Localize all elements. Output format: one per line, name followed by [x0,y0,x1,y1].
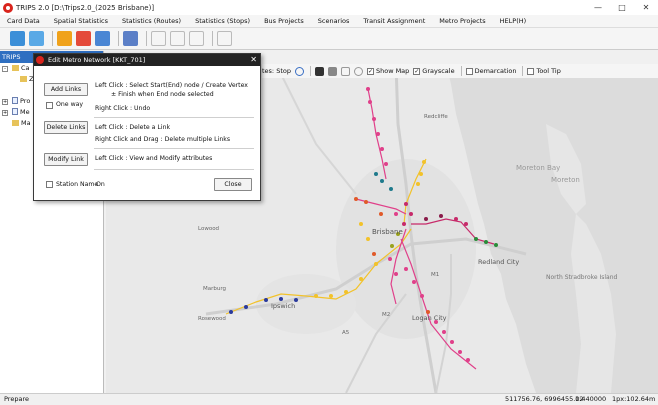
label-m1: M1 [431,272,439,278]
document-icon [12,97,18,104]
bus-icon[interactable] [123,31,138,46]
folder-icon[interactable] [95,31,110,46]
one-way-checkbox[interactable] [46,102,53,109]
menu-help[interactable]: HELP(H) [493,17,534,25]
pen-icon[interactable] [340,66,350,76]
label-logan-city: Logan City [412,314,447,322]
status-text: Prepare [4,395,29,403]
close-button[interactable]: Close [214,178,252,191]
add-links-button[interactable]: Add Links [44,83,88,96]
menu-scenarios[interactable]: Scenarios [311,17,357,25]
modify-link-button[interactable]: Modify Link [44,153,88,166]
stops-selector[interactable]: tes: Stop [262,67,291,75]
add-links-info-2: ± Finish when End node selected [111,91,214,98]
edit-metro-network-dialog: Edit Metro Network [KKT_701] ✕ Add Links… [33,53,261,201]
clear-icon[interactable] [353,66,363,76]
folder-icon [20,76,27,82]
coordinates-readout: 511756.76, 6996455.02 [505,395,584,403]
app-icon [36,56,44,64]
label-north-stradbroke: North Stradbroke Island [546,274,618,281]
menu-card-data[interactable]: Card Data [0,17,47,25]
grayscale-label: Grayscale [422,67,455,75]
tool-tip-label: Tool Tip [536,67,561,75]
label-brisbane: Brisbane [372,228,403,236]
demarcation-label: Demarcation [474,67,517,75]
close-icon[interactable]: ✕ [634,0,658,15]
pixel-readout: 1px:102.64m [612,395,656,403]
menu-bar: Card Data Spatial Statistics Statistics … [0,15,658,28]
grayscale-checkbox[interactable]: ✓ [413,67,421,75]
menu-statistics-routes[interactable]: Statistics (Routes) [115,17,188,25]
label-lowood: Lowood [198,226,219,232]
label-moreton: Moreton [551,176,580,184]
window-title: TRIPS 2.0 [D:\Trips2.0_(2025 Brisbane)] [16,3,155,12]
menu-statistics-stops[interactable]: Statistics (Stops) [188,17,257,25]
modify-link-info: Left Click : View and Modify attributes [95,155,213,162]
delete-links-info-2: Right Click and Drag : Delete multiple L… [95,136,231,143]
label-redcliffe: Redcliffe [424,114,448,120]
label-redland-city: Redland City [478,258,519,266]
main-toolbar [0,28,658,50]
open-project-icon[interactable] [10,31,25,46]
show-map-label: Show Map [375,67,410,75]
station-name-checkbox[interactable] [46,181,53,188]
station-name-label: Station Name [56,181,99,188]
layer-icon[interactable] [327,66,337,76]
delete-links-info-1: Left Click : Delete a Link [95,124,171,131]
demarcation-checkbox[interactable] [465,67,473,75]
delete-icon[interactable] [189,31,204,46]
label-rosewood: Rosewood [198,316,226,322]
dialog-title: Edit Metro Network [KKT_701] [48,56,146,64]
label-a5: A5 [342,330,350,336]
add-links-info-1: Left Click : Select Start(End) node / Cr… [95,82,248,89]
info-icon[interactable] [294,66,304,76]
label-m2: M2 [382,312,390,318]
menu-spatial-statistics[interactable]: Spatial Statistics [47,17,115,25]
menu-bus-projects[interactable]: Bus Projects [257,17,311,25]
scale-readout: 1:440000 [575,395,607,403]
binoculars-icon[interactable] [314,66,324,76]
tool-tip-checkbox[interactable] [527,67,535,75]
menu-transit-assignment[interactable]: Transit Assignment [356,17,432,25]
folder-icon [12,120,19,126]
menu-metro-projects[interactable]: Metro Projects [432,17,492,25]
map-view-icon[interactable] [29,31,44,46]
map-toolbar: tes: Stop ✓ Show Map ✓ Grayscale Demarca… [262,64,658,78]
copy-icon[interactable] [151,31,166,46]
folder-icon [12,65,19,71]
dialog-title-bar: Edit Metro Network [KKT_701] ✕ [34,54,260,66]
status-bar: Prepare 511756.76, 6996455.02 1:440000 1… [0,393,658,405]
app-icon [3,2,13,13]
export-icon[interactable] [217,31,232,46]
label-ipswich: Ipswich [271,302,295,310]
title-bar: TRIPS 2.0 [D:\Trips2.0_(2025 Brisbane)] … [0,0,658,15]
label-moreton-bay: Moreton Bay [516,164,560,172]
one-way-label: One way [56,101,84,108]
station-name-value: On [96,181,105,188]
minimize-icon[interactable]: — [586,0,610,15]
maximize-icon[interactable]: □ [610,0,634,15]
add-network-icon[interactable] [57,31,72,46]
window-controls: — □ ✕ [586,0,658,15]
document-icon [12,108,18,115]
show-map-checkbox[interactable]: ✓ [366,67,374,75]
close-icon[interactable]: ✕ [250,54,257,66]
delete-links-button[interactable]: Delete Links [44,121,88,134]
delete-network-icon[interactable] [76,31,91,46]
label-marburg: Marburg [203,286,226,292]
right-click-undo: Right Click : Undo [95,105,151,112]
edit-icon[interactable] [170,31,185,46]
